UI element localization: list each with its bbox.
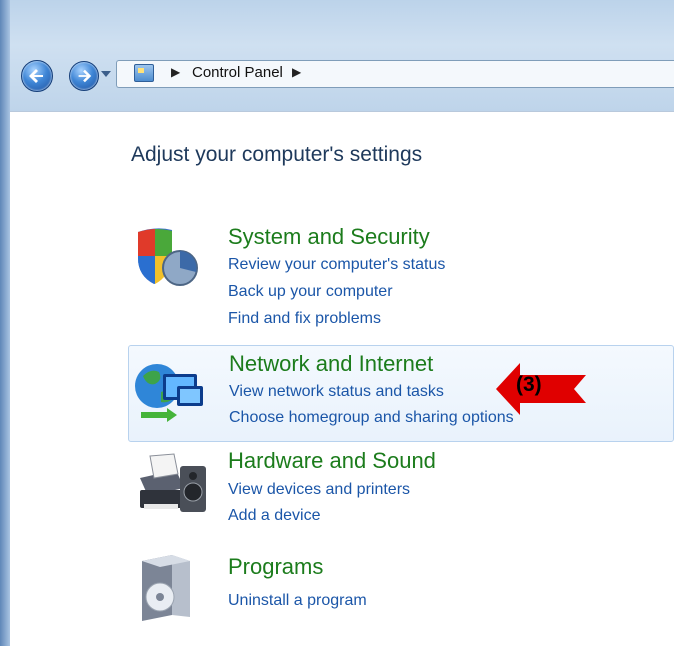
window-frame-left — [0, 0, 10, 646]
breadcrumb-control-panel[interactable]: Control Panel — [192, 64, 283, 81]
software-box-icon — [132, 551, 202, 627]
back-arrow-icon — [29, 69, 43, 83]
link-devices-printers[interactable]: View devices and printers — [228, 481, 410, 499]
link-network-status[interactable]: View network status and tasks — [229, 383, 444, 401]
category-system-security: System and Security Review your computer… — [128, 222, 674, 340]
link-homegroup-sharing[interactable]: Choose homegroup and sharing options — [229, 409, 514, 427]
annotation-label: (3) — [516, 373, 542, 396]
network-globe-icon — [133, 358, 209, 430]
link-review-status[interactable]: Review your computer's status — [228, 256, 445, 274]
breadcrumb-separator-icon[interactable]: ▶ — [171, 65, 180, 79]
category-programs: Programs Uninstall a program — [128, 551, 674, 627]
window-titlebar — [0, 0, 674, 112]
category-title-network-internet[interactable]: Network and Internet — [229, 351, 433, 377]
link-uninstall-program[interactable]: Uninstall a program — [228, 592, 367, 610]
page-title: Adjust your computer's settings — [131, 143, 423, 166]
recent-pages-dropdown[interactable] — [101, 71, 111, 77]
control-panel-icon — [134, 64, 154, 82]
category-title-programs[interactable]: Programs — [228, 554, 323, 580]
category-network-internet[interactable]: Network and Internet View network status… — [128, 345, 674, 442]
divider — [10, 111, 674, 112]
category-title-hardware-sound[interactable]: Hardware and Sound — [228, 448, 436, 474]
category-hardware-sound: Hardware and Sound View devices and prin… — [128, 446, 674, 536]
forward-button[interactable] — [69, 61, 99, 91]
breadcrumb-separator-icon[interactable]: ▶ — [292, 65, 301, 79]
link-backup[interactable]: Back up your computer — [228, 283, 393, 301]
forward-arrow-icon — [78, 69, 92, 83]
category-title-system-security[interactable]: System and Security — [228, 224, 430, 250]
printer-speaker-icon — [132, 452, 208, 528]
back-button[interactable] — [21, 60, 53, 92]
link-add-device[interactable]: Add a device — [228, 507, 321, 525]
shield-icon — [132, 224, 202, 298]
link-find-fix-problems[interactable]: Find and fix problems — [228, 310, 381, 328]
